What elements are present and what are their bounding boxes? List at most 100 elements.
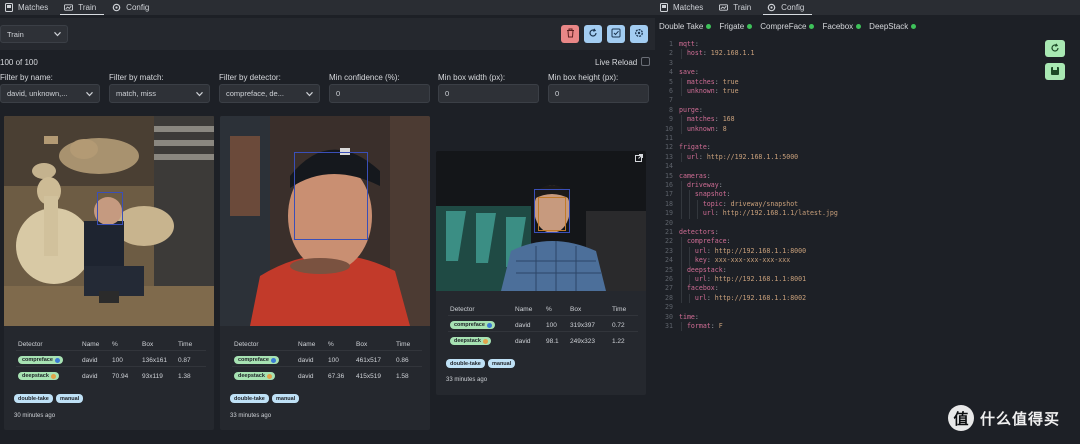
tag-double-take[interactable]: double-take	[230, 394, 269, 403]
code-line: url: http://192.168.1.1:5000	[686, 152, 799, 161]
time-cell: 0.86	[396, 356, 409, 364]
refresh-icon	[588, 28, 598, 40]
indent-guide	[681, 275, 682, 285]
settings-button[interactable]	[630, 25, 648, 43]
tab-matches[interactable]: Matches	[0, 0, 56, 15]
detector-badge: deepstack	[18, 372, 59, 380]
result-count: 100 of 100	[0, 58, 38, 67]
line-number: 15	[665, 171, 673, 180]
indent-guide	[681, 190, 682, 200]
filter-match-select[interactable]: match, miss	[109, 84, 210, 103]
line-number: 22	[665, 237, 673, 246]
indent-guide	[697, 199, 698, 210]
min-confidence-input[interactable]: 0	[329, 84, 430, 103]
match-photo[interactable]	[220, 116, 430, 326]
line-number: 21	[665, 228, 673, 236]
code-line: save:	[679, 68, 699, 77]
toolbar	[0, 18, 655, 50]
trash-icon	[566, 28, 575, 40]
code-line: unknown: true	[686, 87, 739, 95]
config-refresh-button[interactable]	[1045, 40, 1065, 57]
chevron-down-icon	[86, 89, 93, 98]
line-number: 10	[665, 124, 673, 133]
table-header-row: Detector Name % Box Time	[232, 338, 422, 351]
code-line: snapshot:	[694, 190, 731, 199]
filter-name-value: david, unknown,...	[7, 89, 68, 98]
folder-select[interactable]: Train	[0, 25, 68, 43]
header-name: Name	[515, 305, 533, 313]
tag-manual[interactable]: manual	[488, 359, 516, 368]
status-frigate: Frigate	[719, 22, 753, 31]
right-tab-bar: Matches Train Config	[655, 0, 1080, 15]
filter-detector-select[interactable]: compreface, de...	[219, 84, 320, 103]
status-deepstack: DeepStack	[869, 22, 917, 31]
tag-manual[interactable]: manual	[56, 394, 84, 403]
service-label: Double Take	[659, 22, 704, 31]
status-dot	[809, 24, 815, 29]
min-box-width-input[interactable]: 0	[438, 84, 539, 103]
table-row: deepstack david 70.94 93x119 1.38	[16, 370, 206, 383]
detector-label: deepstack	[238, 373, 265, 379]
tab-config[interactable]: Config	[108, 0, 157, 15]
select-all-button[interactable]	[607, 25, 625, 43]
line-number: 27	[665, 284, 673, 293]
indent-guide	[681, 246, 682, 257]
chevron-down-icon	[306, 89, 313, 98]
tag-double-take[interactable]: double-take	[14, 394, 53, 403]
indent-guide	[689, 256, 690, 266]
tab-train[interactable]: Train	[715, 0, 759, 15]
detector-label: deepstack	[454, 338, 481, 344]
status-dot	[856, 24, 862, 29]
left-tab-bar: Matches Train Config	[0, 0, 655, 15]
box-cell: 249x323	[570, 338, 595, 345]
refresh-button[interactable]	[584, 25, 602, 43]
tab-train[interactable]: Train	[60, 0, 105, 15]
open-external-icon[interactable]	[635, 154, 643, 164]
service-status-bar: Double Take Frigate CompreFace Facebox D…	[659, 22, 917, 31]
table-row: compreface david 100 319x397 0.72	[448, 319, 638, 332]
tag-double-take[interactable]: double-take	[446, 359, 485, 368]
header-name: Name	[298, 340, 316, 348]
filter-detector-value: compreface, de...	[226, 89, 284, 98]
config-editor[interactable]: 1 mqtt: 2 host: 192.168.1.1 3 4 save: 5 matche…	[655, 38, 1080, 338]
indent-guide	[697, 209, 698, 219]
header-box: Box	[570, 305, 582, 313]
header-pct: %	[112, 340, 118, 348]
tab-matches[interactable]: Matches	[655, 0, 711, 15]
min-box-height-input[interactable]: 0	[548, 84, 649, 103]
status-dot	[482, 338, 488, 344]
tab-config[interactable]: Config	[763, 0, 813, 15]
status-dot	[270, 357, 276, 363]
filter-name-select[interactable]: david, unknown,...	[0, 84, 100, 103]
live-reload-label: Live Reload	[595, 58, 638, 67]
line-number: 24	[665, 256, 673, 265]
min-confidence-label: Min confidence (%):	[329, 73, 400, 82]
indent-guide	[681, 152, 682, 163]
pct-cell: 98.1	[546, 338, 559, 345]
name-cell: david	[82, 373, 98, 380]
pct-cell: 100	[112, 356, 123, 364]
match-photo[interactable]	[436, 151, 646, 291]
code-line: facebox:	[686, 284, 719, 293]
tag-manual[interactable]: manual	[272, 394, 300, 403]
config-save-button[interactable]	[1045, 63, 1065, 80]
gear-icon	[634, 28, 644, 40]
indent-guide	[689, 199, 690, 210]
match-card: Detector Name % Box Time compreface davi…	[4, 116, 214, 430]
results-table: Detector Name % Box Time compreface davi…	[448, 303, 638, 355]
box-cell: 93x119	[142, 373, 163, 380]
match-photo[interactable]	[4, 116, 214, 326]
pct-cell: 67.36	[328, 373, 345, 380]
time-cell: 1.38	[178, 373, 191, 380]
table-row: compreface david 100 461x517 0.86	[232, 354, 422, 367]
indent-guide	[681, 77, 682, 87]
face-box	[538, 197, 566, 231]
pct-cell: 100	[546, 321, 557, 329]
code-line: matches: 168	[686, 115, 735, 124]
line-number: 26	[665, 275, 673, 283]
timestamp: 33 minutes ago	[230, 413, 272, 419]
timestamp: 30 minutes ago	[14, 413, 56, 419]
live-reload-checkbox[interactable]	[641, 57, 650, 66]
delete-button[interactable]	[561, 25, 579, 43]
train-panel: Matches Train Config Train 100 of 100 Li…	[0, 0, 655, 444]
